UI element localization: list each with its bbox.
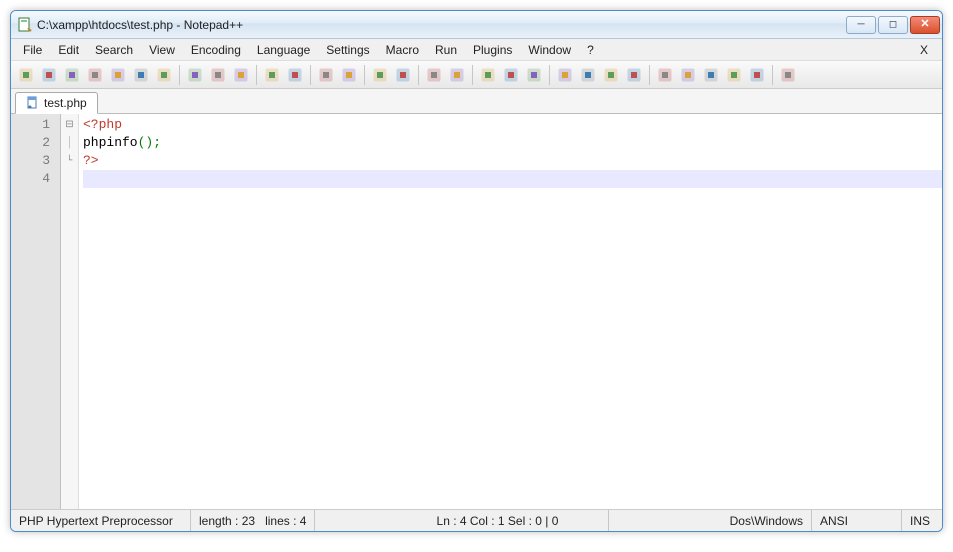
new-file-icon[interactable] bbox=[15, 64, 37, 86]
stop-record-icon[interactable] bbox=[677, 64, 699, 86]
wrap-icon[interactable] bbox=[477, 64, 499, 86]
menu-settings[interactable]: Settings bbox=[318, 41, 377, 59]
lang-udl-icon[interactable] bbox=[554, 64, 576, 86]
sync-h-icon[interactable] bbox=[446, 64, 468, 86]
play-icon[interactable] bbox=[700, 64, 722, 86]
close-button[interactable]: ✕ bbox=[910, 16, 940, 34]
paste-icon[interactable] bbox=[230, 64, 252, 86]
menu-encoding[interactable]: Encoding bbox=[183, 41, 249, 59]
code-line[interactable] bbox=[83, 170, 942, 188]
menu-macro[interactable]: Macro bbox=[378, 41, 427, 59]
app-icon bbox=[17, 17, 33, 33]
save-icon[interactable] bbox=[61, 64, 83, 86]
status-bar: PHP Hypertext Preprocessor length : 23 l… bbox=[11, 509, 942, 531]
record-icon[interactable] bbox=[654, 64, 676, 86]
menu-x[interactable]: X bbox=[910, 41, 938, 59]
find-icon[interactable] bbox=[315, 64, 337, 86]
redo-icon[interactable] bbox=[284, 64, 306, 86]
code-editor[interactable]: 1234 ⊟└ <?phpphpinfo();?> bbox=[11, 114, 942, 509]
code-content[interactable]: <?phpphpinfo();?> bbox=[79, 114, 942, 509]
tab-test-php[interactable]: test.php bbox=[15, 92, 98, 114]
window-title: C:\xampp\htdocs\test.php - Notepad++ bbox=[37, 18, 846, 32]
toolbar-separator bbox=[472, 65, 473, 85]
app-window: C:\xampp\htdocs\test.php - Notepad++ ─ ◻… bbox=[10, 10, 943, 532]
save-all-icon[interactable] bbox=[84, 64, 106, 86]
save-macro-icon[interactable] bbox=[746, 64, 768, 86]
status-eol: Dos\Windows bbox=[722, 510, 812, 531]
menu-window[interactable]: Window bbox=[520, 41, 579, 59]
cut-icon[interactable] bbox=[184, 64, 206, 86]
status-position: Ln : 4 Col : 1 Sel : 0 | 0 bbox=[429, 510, 609, 531]
line-number: 4 bbox=[11, 170, 60, 188]
fold-marker bbox=[61, 134, 78, 152]
doc-map-icon[interactable] bbox=[577, 64, 599, 86]
toolbar-separator bbox=[310, 65, 311, 85]
fold-column: ⊟└ bbox=[61, 114, 79, 509]
toolbar-separator bbox=[179, 65, 180, 85]
code-line[interactable]: <?php bbox=[83, 116, 942, 134]
file-icon bbox=[26, 96, 40, 110]
close-all-icon[interactable] bbox=[130, 64, 152, 86]
zoom-in-icon[interactable] bbox=[369, 64, 391, 86]
status-length: length : 23 lines : 4 bbox=[191, 510, 315, 531]
menu-search[interactable]: Search bbox=[87, 41, 141, 59]
fold-marker[interactable]: ⊟ bbox=[61, 116, 78, 134]
line-number: 1 bbox=[11, 116, 60, 134]
undo-icon[interactable] bbox=[261, 64, 283, 86]
toolbar-separator bbox=[418, 65, 419, 85]
fold-marker bbox=[61, 170, 78, 188]
status-mode: INS bbox=[902, 510, 942, 531]
line-number-gutter: 1234 bbox=[11, 114, 61, 509]
func-list-icon[interactable] bbox=[600, 64, 622, 86]
close-icon[interactable] bbox=[107, 64, 129, 86]
toolbar-separator bbox=[256, 65, 257, 85]
zoom-out-icon[interactable] bbox=[392, 64, 414, 86]
status-encoding: ANSI bbox=[812, 510, 902, 531]
menu-bar: File Edit Search View Encoding Language … bbox=[11, 39, 942, 61]
folder-icon[interactable] bbox=[623, 64, 645, 86]
spell-icon[interactable] bbox=[777, 64, 799, 86]
menu-help[interactable]: ? bbox=[579, 41, 602, 59]
editor-area: 1234 ⊟└ <?phpphpinfo();?> bbox=[11, 114, 942, 509]
title-bar: C:\xampp\htdocs\test.php - Notepad++ ─ ◻… bbox=[11, 11, 942, 39]
window-controls: ─ ◻ ✕ bbox=[846, 16, 940, 34]
open-file-icon[interactable] bbox=[38, 64, 60, 86]
tab-bar: test.php bbox=[11, 89, 942, 114]
toolbar bbox=[11, 61, 942, 89]
play-multi-icon[interactable] bbox=[723, 64, 745, 86]
menu-plugins[interactable]: Plugins bbox=[465, 41, 520, 59]
menu-edit[interactable]: Edit bbox=[50, 41, 87, 59]
toolbar-separator bbox=[649, 65, 650, 85]
line-number: 3 bbox=[11, 152, 60, 170]
copy-icon[interactable] bbox=[207, 64, 229, 86]
menu-language[interactable]: Language bbox=[249, 41, 318, 59]
code-line[interactable]: ?> bbox=[83, 152, 942, 170]
menu-view[interactable]: View bbox=[141, 41, 183, 59]
all-chars-icon[interactable] bbox=[500, 64, 522, 86]
toolbar-separator bbox=[549, 65, 550, 85]
code-line[interactable]: phpinfo(); bbox=[83, 134, 942, 152]
line-number: 2 bbox=[11, 134, 60, 152]
menu-run[interactable]: Run bbox=[427, 41, 465, 59]
print-icon[interactable] bbox=[153, 64, 175, 86]
tab-label: test.php bbox=[44, 96, 87, 110]
minimize-button[interactable]: ─ bbox=[846, 16, 876, 34]
maximize-button[interactable]: ◻ bbox=[878, 16, 908, 34]
toolbar-separator bbox=[772, 65, 773, 85]
menu-file[interactable]: File bbox=[15, 41, 50, 59]
status-language: PHP Hypertext Preprocessor bbox=[11, 510, 191, 531]
toolbar-separator bbox=[364, 65, 365, 85]
fold-marker: └ bbox=[61, 152, 78, 170]
replace-icon[interactable] bbox=[338, 64, 360, 86]
sync-v-icon[interactable] bbox=[423, 64, 445, 86]
indent-guide-icon[interactable] bbox=[523, 64, 545, 86]
